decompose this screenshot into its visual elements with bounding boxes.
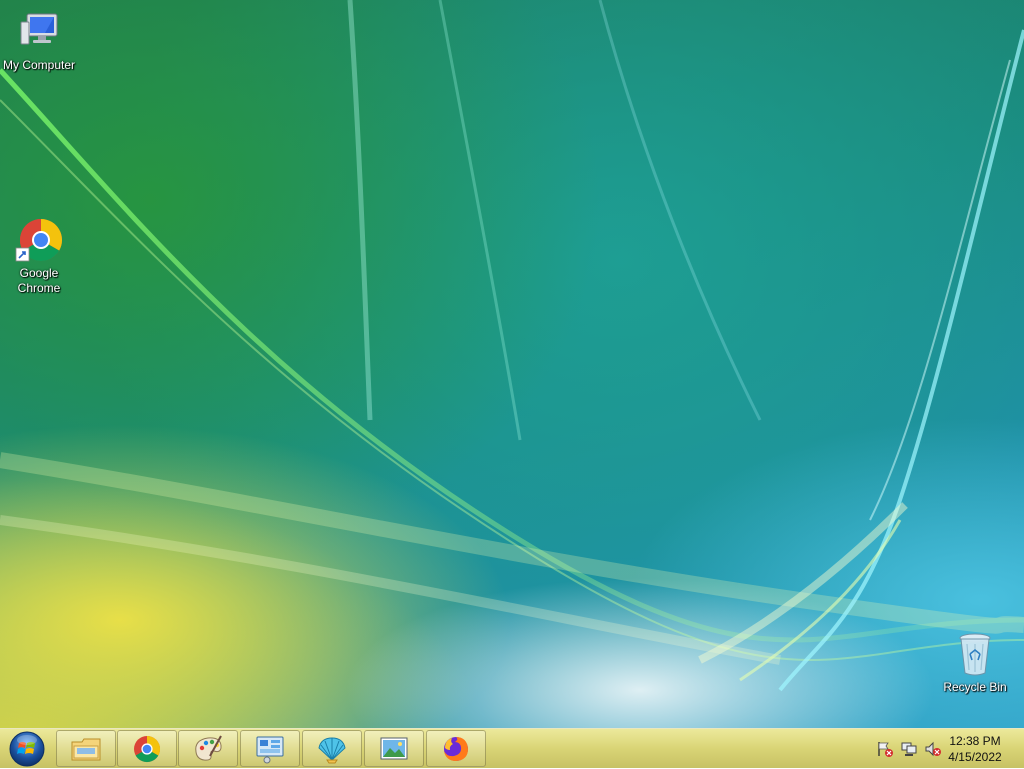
system-tray: 12:38 PM 4/15/2022: [864, 729, 1024, 769]
taskbar-shell-app-button[interactable]: [302, 730, 362, 767]
desktop-icon-recycle-bin[interactable]: Recycle Bin: [936, 630, 1014, 695]
paint-palette-icon: [195, 735, 222, 761]
clock-time: 12:38 PM: [949, 734, 1001, 748]
taskbar-photo-viewer-button[interactable]: [364, 730, 424, 767]
recycle-bin-icon: [951, 630, 999, 678]
computer-icon: [15, 8, 63, 56]
picture-icon: [380, 737, 408, 759]
taskbar-chrome-button[interactable]: [117, 730, 177, 767]
desktop-icon-label: Recycle Bin: [943, 680, 1007, 694]
control-panel-icon: [256, 736, 284, 763]
seashell-icon: [318, 736, 346, 763]
windows-logo-icon: [9, 731, 45, 767]
desktop-icon-label: Google Chrome: [17, 266, 61, 295]
taskbar-paint-button[interactable]: [178, 730, 238, 767]
firefox-icon: [444, 736, 468, 761]
clock[interactable]: 12:38 PM 4/15/2022: [944, 733, 1006, 765]
clock-date: 4/15/2022: [948, 750, 1002, 764]
folder-icon: [71, 738, 101, 760]
wallpaper-aurora: [0, 0, 1024, 692]
taskbar: 12:38 PM 4/15/2022: [0, 728, 1024, 768]
taskbar-control-panel-button[interactable]: [240, 730, 300, 767]
start-button[interactable]: [6, 731, 48, 767]
chrome-icon: [15, 216, 63, 264]
taskbar-file-explorer-button[interactable]: [56, 730, 116, 767]
network-icon[interactable]: [900, 741, 918, 757]
chrome-icon: [134, 735, 161, 762]
desktop[interactable]: My Computer Google Chrome Recycle Bin: [0, 0, 1024, 728]
desktop-icon-label: My Computer: [2, 58, 76, 72]
volume-muted-icon[interactable]: [924, 741, 942, 757]
action-center-flag-icon[interactable]: [876, 741, 894, 757]
desktop-icon-my-computer[interactable]: My Computer: [0, 8, 78, 73]
desktop-icon-google-chrome[interactable]: Google Chrome: [0, 216, 78, 296]
taskbar-firefox-button[interactable]: [426, 730, 486, 767]
